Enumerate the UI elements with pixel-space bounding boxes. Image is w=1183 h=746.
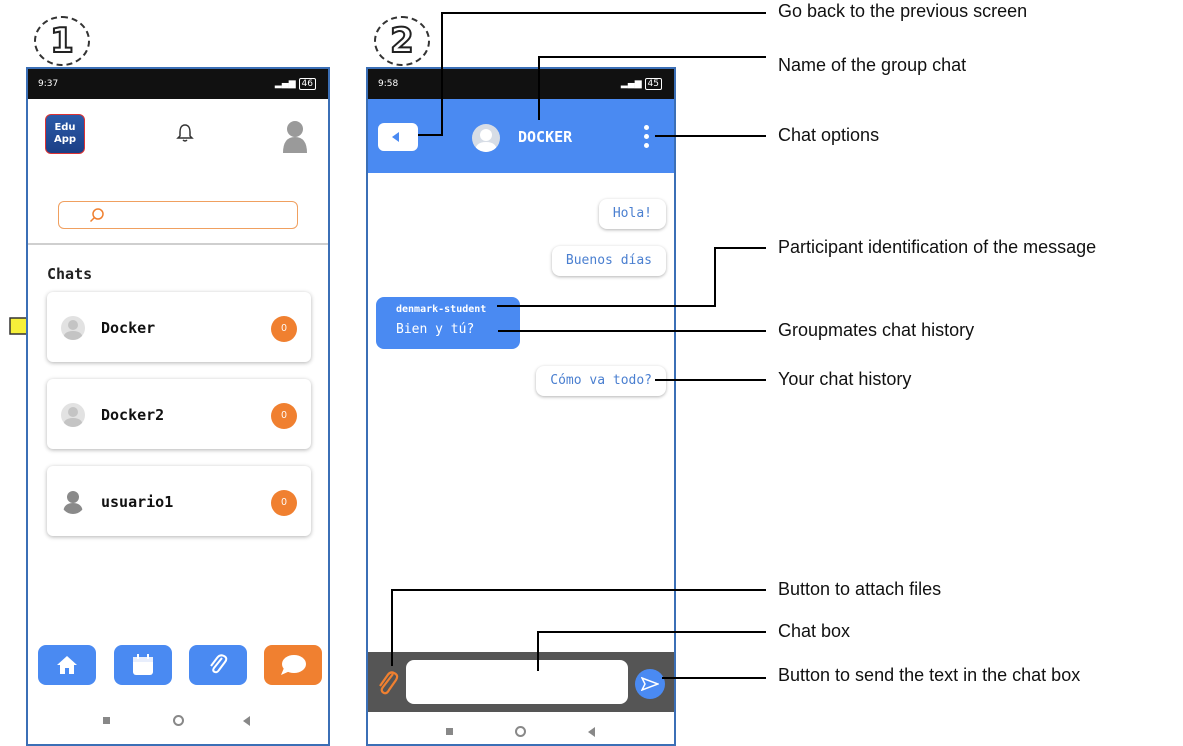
leader-line-back (442, 12, 766, 14)
annotation-group-name: Name of the group chat (778, 55, 967, 75)
chat-bubble-icon (281, 655, 306, 675)
leader-line-participant (714, 247, 716, 307)
status-bar: 9:37 ▂▄▆ 46 (28, 69, 328, 99)
chat-item-docker[interactable]: Docker 0 (47, 292, 311, 362)
chat-name: usuario1 (101, 493, 174, 511)
logo-text: Edu App (53, 122, 77, 145)
leader-line-yours (655, 379, 766, 381)
message-sender: denmark-student (396, 304, 487, 315)
leader-line-groupmates (498, 330, 766, 332)
phone-screen-group-chat: 9:58 ▂▄▆ 45 DOCKER Hola! Buenos días den… (366, 67, 676, 746)
back-button[interactable] (378, 123, 418, 151)
message-text: Bien y tú? (396, 322, 475, 337)
annotation-options: Chat options (778, 125, 880, 145)
leader-line-attach (391, 589, 393, 666)
avatar (61, 490, 85, 514)
home-system-icon[interactable] (173, 715, 184, 726)
nav-files-button[interactable] (189, 645, 247, 685)
leader-line-back (418, 134, 443, 136)
message-out-hola: Hola! (598, 199, 666, 229)
unread-badge: 0 (271, 490, 297, 516)
message-input-bar (368, 652, 674, 712)
bell-icon[interactable] (176, 123, 194, 143)
chat-text-input[interactable] (406, 660, 628, 704)
chat-name: Docker2 (101, 406, 165, 424)
leader-line-group-name (538, 56, 766, 58)
app-logo[interactable]: Edu App (45, 114, 85, 154)
attach-file-icon[interactable] (376, 668, 400, 698)
leader-line-participant (715, 247, 766, 249)
chat-item-docker2[interactable]: Docker2 0 (47, 379, 311, 449)
system-navigation-bar (28, 700, 328, 740)
step-badge-2: 2 (374, 16, 430, 66)
status-time: 9:37 (38, 79, 59, 89)
group-chat-name: DOCKER (518, 128, 573, 146)
home-system-icon[interactable] (515, 726, 526, 737)
unread-badge: 0 (271, 316, 297, 342)
nav-chat-button[interactable] (264, 645, 322, 685)
back-system-icon[interactable] (243, 716, 250, 726)
send-icon (641, 677, 659, 691)
back-system-icon[interactable] (588, 727, 595, 737)
avatar (61, 403, 85, 427)
nav-calendar-button[interactable] (114, 645, 172, 685)
chats-heading: Chats (47, 265, 93, 283)
recent-apps-icon[interactable] (103, 717, 110, 724)
unread-badge: 0 (271, 403, 297, 429)
annotation-groupmates: Groupmates chat history (778, 320, 975, 340)
message-out-como-va-todo: Cómo va todo? (536, 366, 666, 396)
leader-line-chatbox (538, 631, 766, 633)
annotation-attach: Button to attach files (778, 579, 942, 599)
leader-line-chatbox (537, 631, 539, 671)
chat-options-icon[interactable] (644, 125, 650, 152)
system-navigation-bar (368, 712, 674, 744)
leader-line-participant (497, 305, 716, 307)
annotation-back: Go back to the previous screen (778, 1, 1028, 21)
message-out-buenos-dias: Buenos días (551, 246, 666, 276)
chat-header: DOCKER (368, 99, 674, 173)
step-badge-1: 1 (34, 16, 90, 66)
leader-line-back (441, 12, 443, 136)
home-icon (57, 656, 77, 674)
leader-line-attach (392, 589, 766, 591)
leader-line-group-name (538, 56, 540, 120)
battery-indicator: ▂▄▆ 45 (621, 78, 662, 90)
battery-indicator: ▂▄▆ 46 (275, 78, 316, 90)
chat-item-usuario1[interactable]: usuario1 0 (47, 466, 311, 536)
calendar-icon (133, 654, 153, 675)
annotation-yours: Your chat history (778, 369, 912, 389)
group-avatar (472, 124, 500, 152)
phone-screen-chat-list: 9:37 ▂▄▆ 46 Edu App Chats Docker 0 Docke… (26, 67, 330, 746)
leader-line-options (655, 135, 766, 137)
leader-line-send (662, 677, 766, 679)
search-input[interactable] (58, 201, 298, 229)
send-button[interactable] (635, 669, 665, 699)
annotation-send: Button to send the text in the chat box (778, 665, 1081, 685)
paperclip-icon (210, 654, 228, 674)
search-icon (89, 208, 104, 223)
status-bar: 9:58 ▂▄▆ 45 (368, 69, 674, 99)
status-time: 9:58 (378, 79, 399, 89)
profile-avatar-icon[interactable] (282, 119, 308, 153)
chat-name: Docker (101, 319, 156, 337)
recent-apps-icon[interactable] (446, 728, 453, 735)
annotation-participant: Participant identification of the messag… (778, 237, 1097, 257)
annotation-chatbox: Chat box (778, 621, 851, 641)
nav-home-button[interactable] (38, 645, 96, 685)
avatar (61, 316, 85, 340)
